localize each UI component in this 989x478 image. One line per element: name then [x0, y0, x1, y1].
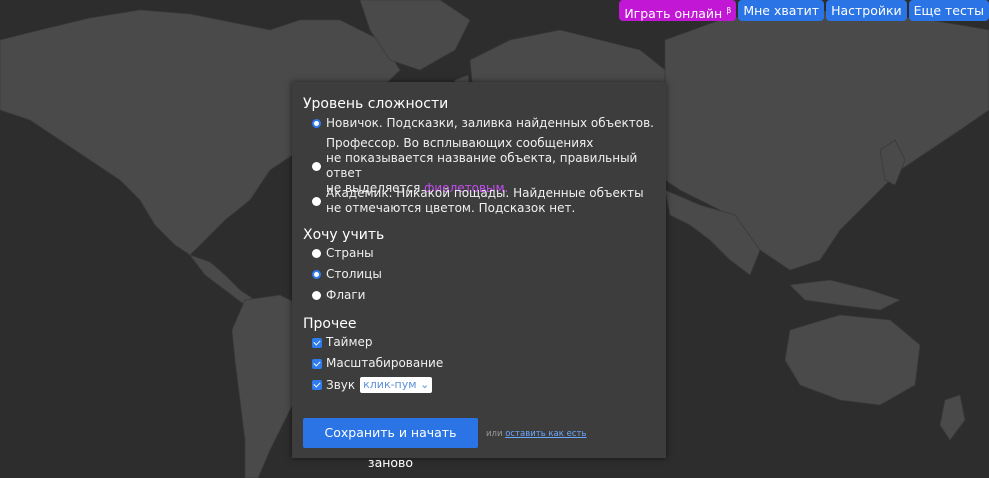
beta-badge: β — [726, 6, 732, 15]
chevron-down-icon: ⌄ — [420, 378, 430, 391]
learn-title: Хочу учить — [303, 227, 385, 243]
option-zoom[interactable]: Масштабирование — [312, 356, 443, 371]
option-sound[interactable]: Звук клик-пум ⌄ — [312, 377, 433, 393]
novice-label: Новичок. Подсказки, заливка найденных об… — [326, 116, 654, 130]
settings-panel: Уровень сложности Новичок. Подсказки, за… — [292, 82, 666, 470]
indonesia-shape — [789, 279, 902, 311]
play-online-label: Играть онлайн — [624, 6, 723, 22]
keep-as-is-link[interactable]: оставить как есть — [505, 429, 586, 439]
countries-label: Страны — [326, 246, 374, 260]
central-america-shape — [188, 254, 256, 306]
or-keep-text: или оставить как есть — [486, 429, 586, 439]
new-zealand-shape — [939, 394, 966, 441]
checkbox-zoom[interactable] — [312, 358, 322, 369]
australia-shape — [784, 314, 921, 406]
sound-label: Звук — [326, 377, 356, 392]
professor-line2: не показывается название объекта, правил… — [326, 151, 638, 180]
more-tests-button[interactable]: Еще тесты — [908, 0, 989, 21]
option-flags[interactable]: Флаги — [312, 288, 365, 303]
sound-select[interactable]: клик-пум ⌄ — [360, 377, 433, 393]
option-timer[interactable]: Таймер — [312, 335, 373, 350]
option-capitals[interactable]: Столицы — [312, 267, 382, 282]
academic-line1: Академик. Никакой пощады. Найденные объе… — [326, 186, 644, 200]
radio-countries[interactable] — [312, 249, 321, 258]
checkbox-timer[interactable] — [312, 337, 322, 348]
checkbox-sound[interactable] — [312, 380, 322, 390]
academic-line2: не отмечаются цветом. Подсказок нет. — [326, 201, 576, 215]
or-label: или — [486, 429, 503, 439]
flags-label: Флаги — [326, 288, 366, 302]
radio-flags[interactable] — [312, 291, 321, 300]
radio-academic[interactable] — [312, 196, 321, 206]
academic-label: Академик. Никакой пощады. Найденные объе… — [326, 186, 644, 216]
save-restart-button[interactable]: Сохранить и начать заново — [303, 418, 478, 470]
top-navigation: Играть онлайн β Мне хватит Настройки Еще… — [619, 0, 989, 21]
capitals-label: Столицы — [326, 267, 382, 281]
settings-button[interactable]: Настройки — [826, 0, 907, 21]
other-title: Прочее — [303, 316, 357, 332]
radio-professor[interactable] — [312, 161, 321, 171]
option-countries[interactable]: Страны — [312, 246, 374, 261]
radio-capitals[interactable] — [312, 270, 321, 279]
difficulty-title: Уровень сложности — [303, 96, 449, 112]
play-online-button[interactable]: Играть онлайн β — [619, 0, 737, 22]
radio-novice[interactable] — [312, 119, 321, 128]
zoom-label: Масштабирование — [326, 356, 444, 370]
sound-select-value: клик-пум — [363, 378, 417, 391]
option-novice[interactable]: Новичок. Подсказки, заливка найденных об… — [312, 116, 654, 131]
professor-line1: Профессор. Во всплывающих сообщениях — [326, 136, 594, 150]
option-academic[interactable]: Академик. Никакой пощады. Найденные объе… — [312, 186, 644, 216]
timer-label: Таймер — [326, 335, 373, 349]
enough-button[interactable]: Мне хватит — [738, 0, 825, 21]
